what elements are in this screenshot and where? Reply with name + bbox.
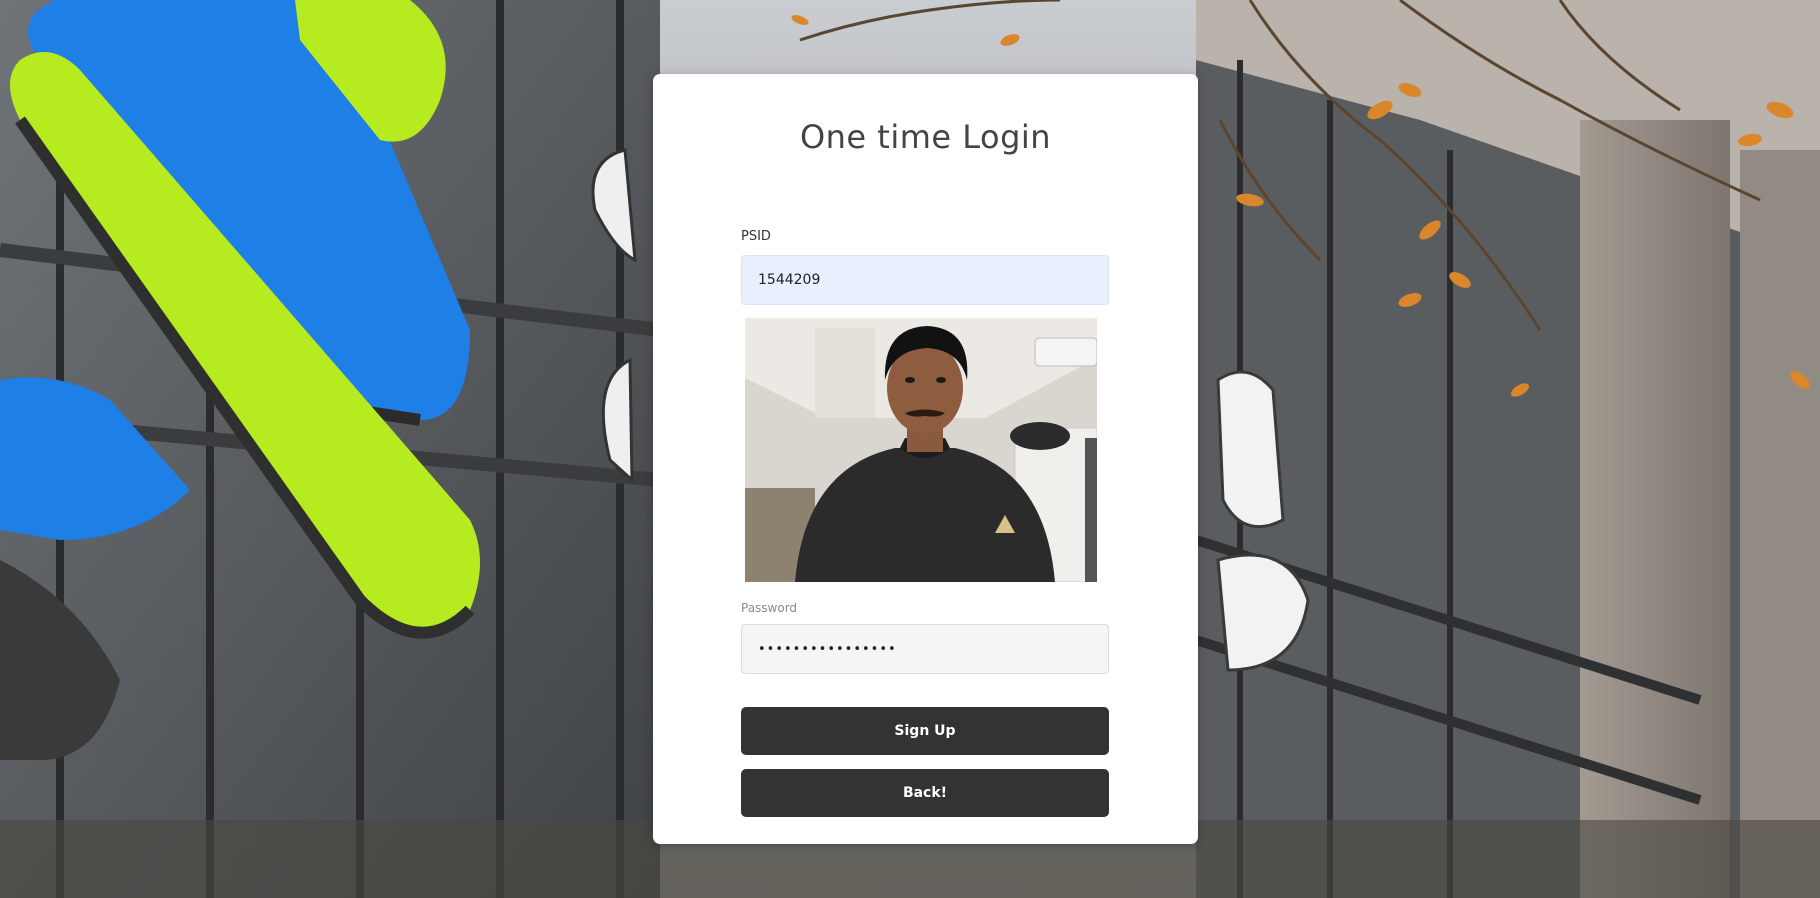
page-title: One time Login: [799, 118, 1052, 156]
login-card: One time Login PSID Password Sign U: [653, 74, 1198, 844]
back-button[interactable]: Back!: [741, 769, 1109, 817]
password-label: Password: [741, 601, 798, 615]
webcam-preview: [745, 318, 1097, 582]
password-input[interactable]: [741, 624, 1109, 674]
psid-input[interactable]: [741, 255, 1109, 305]
psid-label: PSID: [741, 229, 771, 244]
sign-up-button[interactable]: Sign Up: [741, 707, 1109, 755]
